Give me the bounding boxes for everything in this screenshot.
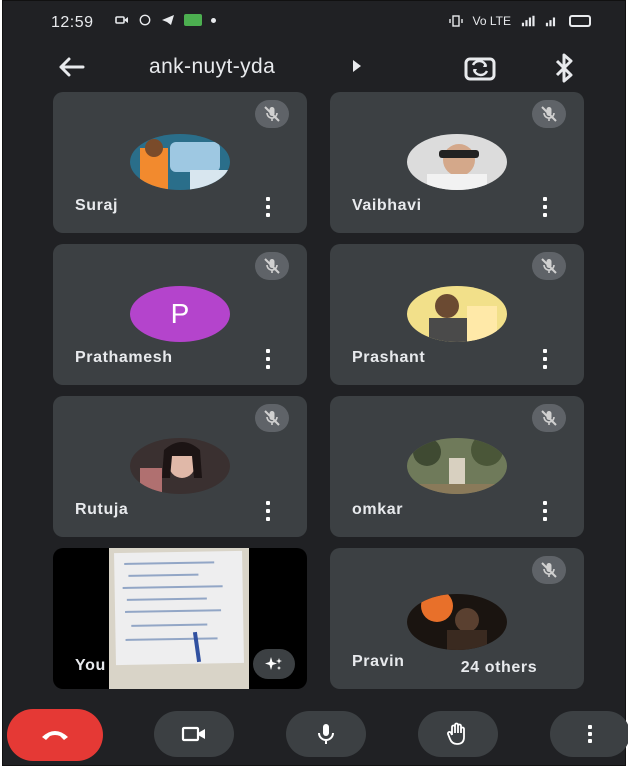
mic-off-icon [255,404,289,432]
bluetooth-audio-icon[interactable] [547,49,581,87]
others-count-pill[interactable]: 24 others [424,651,574,685]
participant-tile[interactable]: P Prathamesh [53,244,307,385]
more-options-icon[interactable] [542,197,548,217]
signal-icon [521,15,535,27]
participant-name: Suraj [75,197,119,214]
participant-tile[interactable]: Rutuja [53,396,307,537]
participant-avatar [407,594,507,650]
raise-hand-icon [447,722,465,745]
status-notification-icons [115,14,216,26]
participant-name: omkar [352,501,404,518]
participant-avatar [407,286,507,342]
telegram-icon [162,15,174,25]
participant-name: Prashant [352,349,426,366]
self-video-feed [109,548,249,689]
more-options-icon[interactable] [542,501,548,521]
letter-avatar: P [130,286,230,342]
signal-2-icon [545,17,556,27]
more-vert-icon [588,725,592,743]
video-camera-icon [181,726,205,742]
more-options-icon[interactable] [265,197,271,217]
camera-button[interactable] [154,711,234,757]
more-options-button[interactable] [550,711,628,757]
more-options-icon[interactable] [265,349,271,369]
whatsapp-icon [139,14,151,26]
app-notification-icon [184,14,202,26]
end-call-icon [42,731,68,740]
mic-off-icon [532,252,566,280]
participant-avatar [130,134,230,190]
mic-off-icon [532,100,566,128]
meeting-header: ank-nuyt-yda [3,45,625,91]
switch-camera-icon[interactable] [461,49,499,87]
volte-label: Vo LTE [472,14,511,28]
status-bar: 12:59 Vo LTE [3,1,625,45]
self-view-tile[interactable]: You [53,548,307,689]
participant-avatar [407,438,507,494]
participant-name: Vaibhavi [352,197,422,214]
status-time: 12:59 [51,14,94,31]
participant-name: Prathamesh [75,349,173,366]
meeting-info-caret-icon[interactable] [353,60,361,72]
microphone-button[interactable] [286,711,366,757]
effects-sparkle-icon[interactable] [253,649,295,679]
participant-avatar [407,134,507,190]
participant-tile[interactable]: Prashant [330,244,584,385]
participant-name: Rutuja [75,501,129,518]
more-options-icon[interactable] [542,349,548,369]
call-controls [3,699,628,766]
back-arrow-icon[interactable] [53,49,89,85]
self-name: You [75,657,106,674]
vibrate-icon [448,15,463,27]
microphone-icon [318,724,334,744]
mic-off-icon [532,404,566,432]
more-options-icon[interactable] [265,501,271,521]
more-notifications-dot [211,17,216,23]
meeting-code[interactable]: ank-nuyt-yda [149,55,275,79]
participant-tile[interactable]: Vaibhavi [330,92,584,233]
participant-tile[interactable]: omkar [330,396,584,537]
raise-hand-button[interactable] [418,711,498,757]
meet-screen: 12:59 Vo LTE ank-nuyt-yda Suraj Vaibhavi… [2,0,628,766]
participant-tile[interactable]: Suraj [53,92,307,233]
battery-icon [569,15,591,27]
meet-icon [115,16,128,24]
participant-name: Pravin [352,653,405,670]
participant-avatar [130,438,230,494]
mic-off-icon [255,100,289,128]
status-system-icons: Vo LTE [448,14,591,28]
mic-off-icon [255,252,289,280]
avatar-letter: P [170,298,190,329]
end-call-button[interactable] [7,709,103,761]
mic-off-icon [532,556,566,584]
